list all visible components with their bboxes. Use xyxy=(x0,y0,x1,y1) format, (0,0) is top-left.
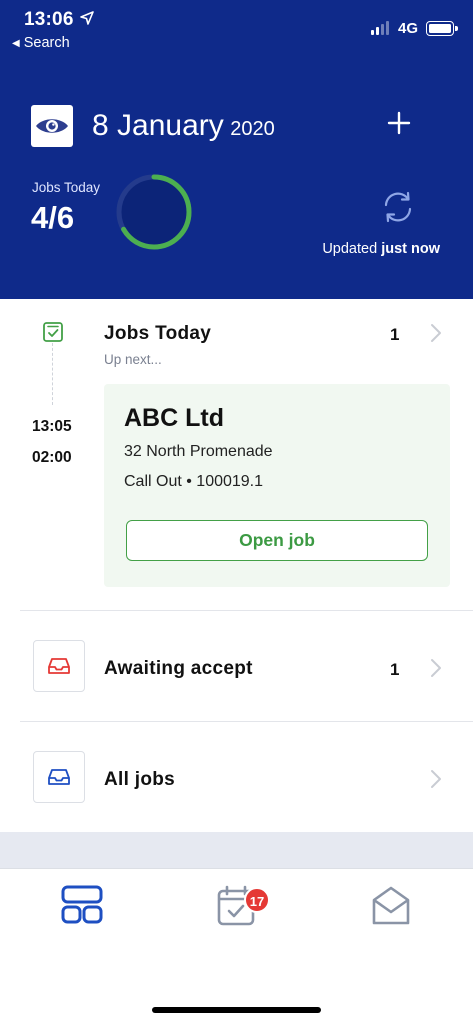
date-day-month: 8 January xyxy=(92,109,224,142)
awaiting-inbox-icon-box xyxy=(33,640,85,692)
all-jobs-title: All jobs xyxy=(104,769,176,790)
jobs-today-label: Jobs Today xyxy=(32,180,101,195)
chevron-right-icon xyxy=(431,324,441,342)
calendar-notification-badge: 17 xyxy=(244,887,270,913)
inbox-red-icon xyxy=(48,658,70,674)
job-type-reference: Call Out • 100019.1 xyxy=(124,473,264,490)
home-indicator xyxy=(152,1007,321,1013)
divider xyxy=(20,610,473,611)
last-updated-status: Updated just now xyxy=(322,241,440,257)
updated-value: just now xyxy=(381,241,440,257)
app-logo-eye-icon xyxy=(31,105,73,147)
inbox-blue-icon xyxy=(48,769,70,785)
back-search-label: Search xyxy=(23,35,70,51)
cellular-signal-icon xyxy=(371,21,389,35)
job-start-time: 13:05 xyxy=(32,418,72,435)
jobs-today-title: Jobs Today xyxy=(104,323,212,344)
job-customer-name: ABC Ltd xyxy=(124,404,224,432)
chevron-right-icon xyxy=(431,770,441,788)
chevron-right-icon xyxy=(431,659,441,677)
timeline-connector xyxy=(52,343,53,405)
job-duration: 02:00 xyxy=(32,449,72,466)
date-year: 2020 xyxy=(230,118,275,140)
location-arrow-icon xyxy=(80,11,94,25)
open-job-button[interactable]: Open job xyxy=(126,520,428,561)
next-job-card[interactable]: ABC Ltd 32 North Promenade Call Out • 10… xyxy=(104,384,450,587)
add-job-button[interactable] xyxy=(384,108,414,138)
back-triangle-icon: ◀ xyxy=(12,38,20,49)
battery-icon xyxy=(426,21,458,36)
content-footer-band xyxy=(0,832,473,868)
clipboard-check-icon xyxy=(43,322,63,342)
status-time: 13:06 xyxy=(24,9,74,30)
all-jobs-inbox-icon-box xyxy=(33,751,85,803)
network-type: 4G xyxy=(398,20,419,37)
up-next-label: Up next... xyxy=(104,352,162,367)
awaiting-accept-title: Awaiting accept xyxy=(104,658,253,679)
refresh-icon[interactable] xyxy=(378,187,418,227)
tab-messages[interactable] xyxy=(369,884,413,928)
header: 13:06 ◀ Search 4G 8 January 2020 Jobs Tod… xyxy=(0,0,473,299)
jobs-today-section-count: 1 xyxy=(390,325,400,344)
tab-dashboard[interactable] xyxy=(60,883,104,927)
status-bar: 13:06 ◀ Search 4G xyxy=(0,0,473,56)
updated-prefix: Updated xyxy=(322,241,378,257)
back-to-search-link[interactable]: ◀ Search xyxy=(12,35,70,51)
job-address: 32 North Promenade xyxy=(124,443,273,460)
jobs-progress-ring xyxy=(116,174,192,250)
divider xyxy=(20,721,473,722)
page-title-date: 8 January 2020 xyxy=(92,109,275,143)
awaiting-accept-count: 1 xyxy=(390,660,400,679)
jobs-today-count: 4/6 xyxy=(31,200,75,235)
